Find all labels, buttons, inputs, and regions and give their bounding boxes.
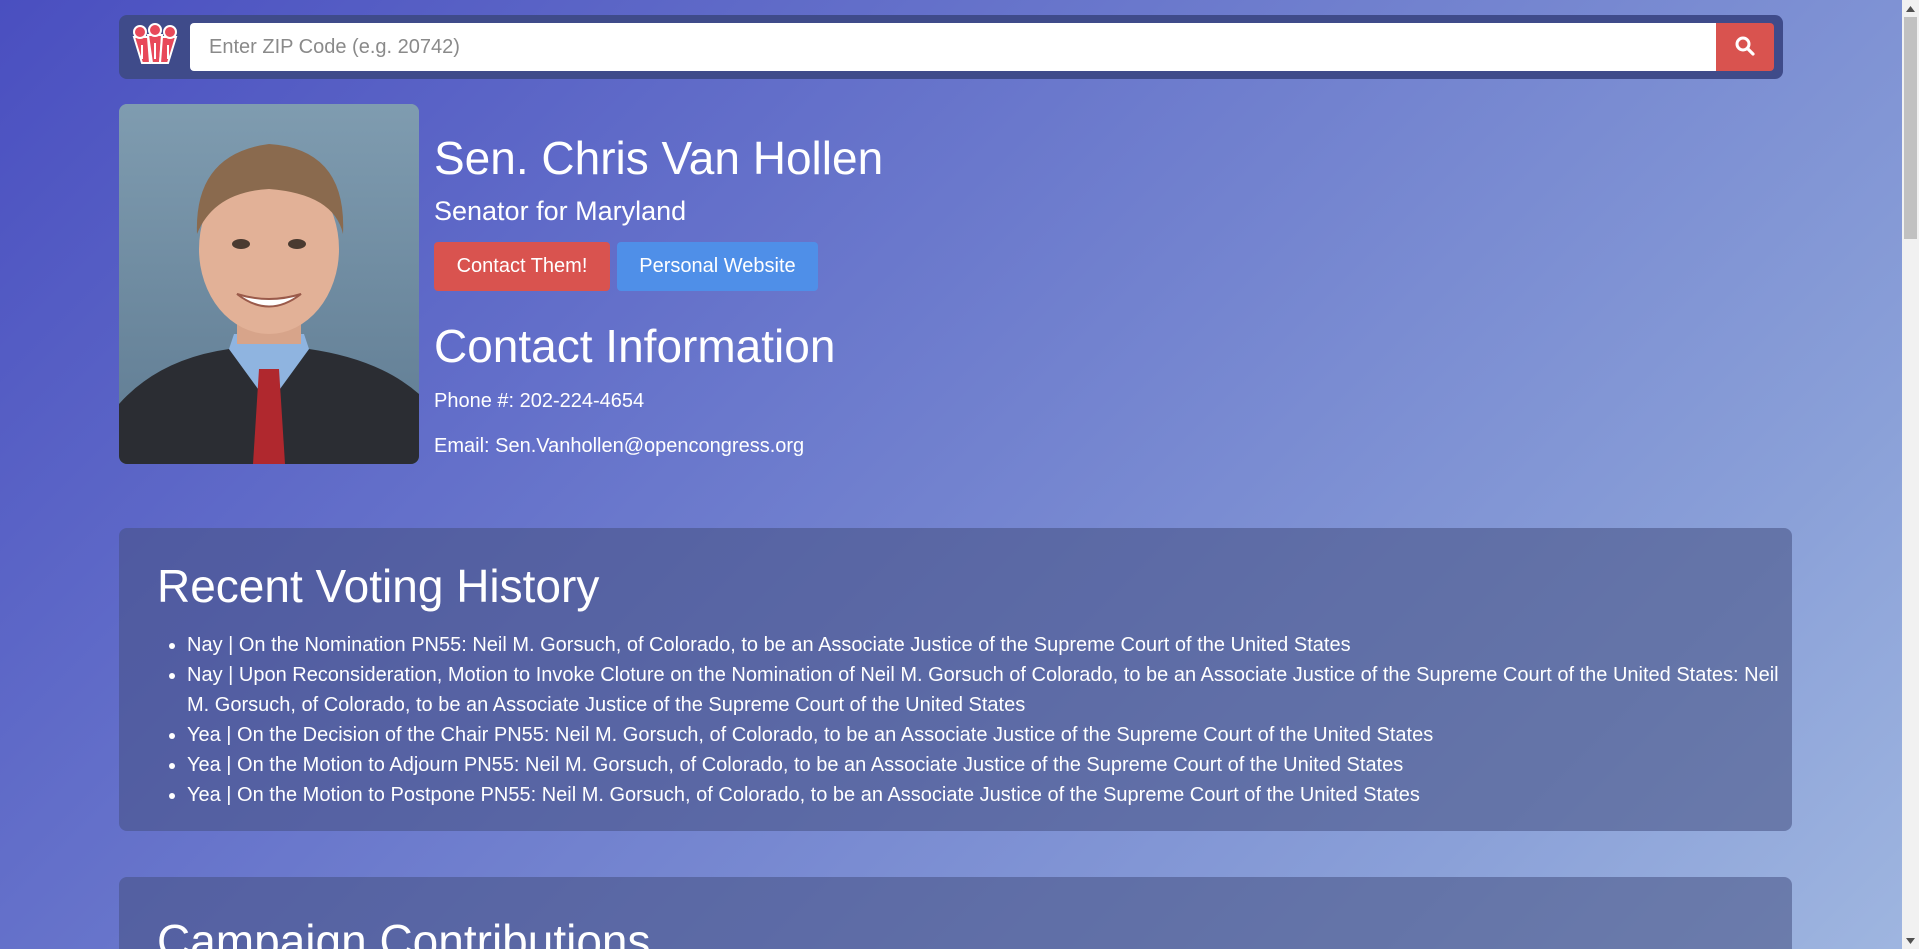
phone-number: Phone #: 202-224-4654 xyxy=(434,390,645,412)
page: Sen. Chris Van Hollen Senator for Maryla… xyxy=(0,0,1900,949)
senator-role: Senator for Maryland xyxy=(434,196,687,226)
vote-list: Nay | On the Nomination PN55: Neil M. Go… xyxy=(157,630,1797,810)
list-item: Nay | Upon Reconsideration, Motion to In… xyxy=(187,660,1797,720)
scroll-up-arrow-icon[interactable] xyxy=(1902,0,1919,17)
zip-code-input[interactable] xyxy=(190,23,1716,71)
list-item: Nay | On the Nomination PN55: Neil M. Go… xyxy=(187,630,1797,660)
email-address: Email: Sen.Vanhollen@opencongress.org xyxy=(434,435,805,457)
list-item: Yea | On the Motion to Adjourn PN55: Nei… xyxy=(187,750,1797,780)
contact-them-button[interactable]: Contact Them! xyxy=(434,242,610,291)
contact-information-heading: Contact Information xyxy=(434,320,836,372)
search-icon xyxy=(1735,36,1755,59)
campaign-contributions-title: Campaign Contributions xyxy=(157,915,651,949)
megaphone-group-logo-icon[interactable] xyxy=(128,23,182,69)
personal-website-button[interactable]: Personal Website xyxy=(617,242,818,291)
senator-portrait xyxy=(119,104,419,464)
scroll-down-arrow-icon[interactable] xyxy=(1902,932,1919,949)
scrollbar-thumb[interactable] xyxy=(1904,17,1917,239)
list-item: Yea | On the Motion to Postpone PN55: Ne… xyxy=(187,780,1797,810)
list-item: Yea | On the Decision of the Chair PN55:… xyxy=(187,720,1797,750)
voting-history-title: Recent Voting History xyxy=(157,560,600,612)
search-button[interactable] xyxy=(1716,23,1774,71)
voting-history-panel: Recent Voting History Nay | On the Nomin… xyxy=(119,528,1792,831)
senator-name: Sen. Chris Van Hollen xyxy=(434,132,884,184)
vertical-scrollbar[interactable] xyxy=(1902,0,1919,949)
search-bar xyxy=(119,15,1783,79)
campaign-contributions-panel: Campaign Contributions xyxy=(119,877,1792,949)
